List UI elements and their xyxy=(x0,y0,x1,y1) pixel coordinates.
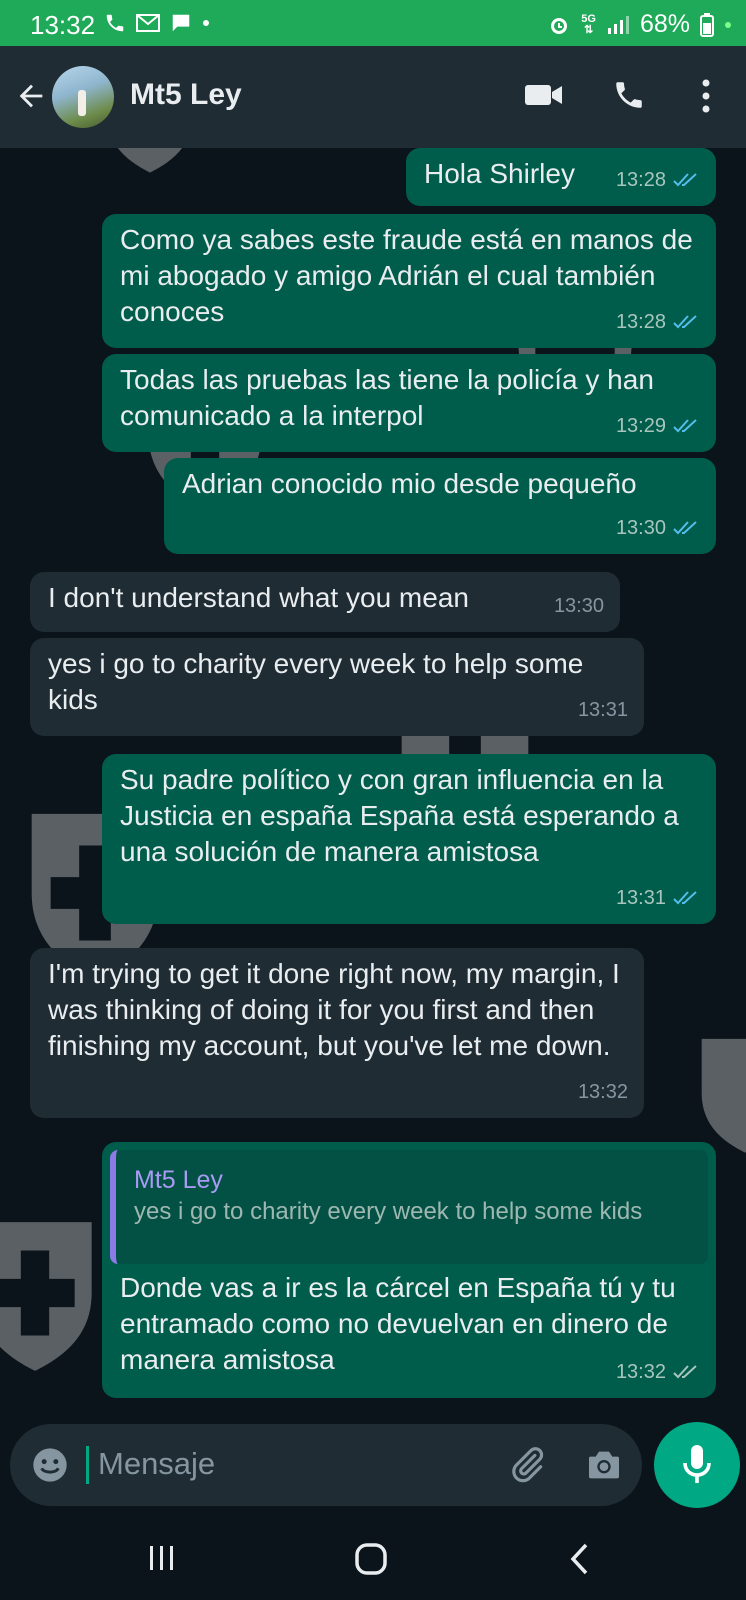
message-time: 13:32 xyxy=(615,1361,666,1383)
message-time: 13:28 xyxy=(615,311,666,333)
message-meta: 13:32 xyxy=(578,1074,628,1110)
message-bubble-incoming[interactable]: I'm trying to get it done right now, my … xyxy=(30,948,644,1118)
text-cursor xyxy=(86,1446,89,1484)
alarm-icon xyxy=(551,17,568,34)
battery-percent: 68% xyxy=(639,10,690,38)
message-time: 13:29 xyxy=(615,415,666,437)
message-time: 13:31 xyxy=(577,699,628,721)
message-input[interactable]: Mensaje xyxy=(98,1446,215,1482)
emoji-icon[interactable] xyxy=(30,1445,70,1485)
contact-name[interactable]: Mt5 Ley xyxy=(130,78,242,112)
message-meta: 13:30 xyxy=(616,510,700,546)
message-text: Su padre político y con gran influencia … xyxy=(120,764,679,867)
message-text: Todas las pruebas las tiene la policía y… xyxy=(120,364,654,431)
message-notification-icon xyxy=(172,14,190,32)
message-text: yes i go to charity every week to help s… xyxy=(48,648,584,715)
mail-notification-icon xyxy=(136,14,160,32)
quoted-sender: Mt5 Ley xyxy=(134,1166,223,1194)
notification-icons xyxy=(104,12,210,34)
message-bubble-outgoing[interactable]: Adrian conocido mio desde pequeño 13:30 xyxy=(164,458,716,554)
shield-watermark-icon xyxy=(0,1222,92,1371)
message-bubble-outgoing[interactable]: Hola Shirley 13:28 xyxy=(406,148,716,206)
status-time: 13:32 xyxy=(30,10,96,40)
camera-icon[interactable] xyxy=(584,1445,624,1485)
read-ticks-icon xyxy=(673,521,697,535)
message-text: Adrian conocido mio desde pequeño xyxy=(182,468,637,499)
message-meta: 13:31 xyxy=(616,880,700,916)
message-bubble-outgoing[interactable]: Como ya sabes este fraude está en manos … xyxy=(102,214,716,348)
message-bubble-outgoing[interactable]: Su padre político y con gran influencia … xyxy=(102,754,716,924)
nav-back-icon[interactable] xyxy=(568,1542,592,1576)
recent-apps-icon[interactable] xyxy=(146,1542,178,1574)
message-bubble-incoming[interactable]: yes i go to charity every week to help s… xyxy=(30,638,644,736)
message-meta: 13:29 xyxy=(616,408,700,444)
message-meta: 13:31 xyxy=(578,692,628,728)
message-meta: 13:28 xyxy=(616,162,700,198)
message-text: Donde vas a ir es la cárcel en España tú… xyxy=(120,1272,676,1375)
avatar[interactable] xyxy=(52,66,114,128)
voice-call-icon[interactable] xyxy=(612,78,646,112)
read-ticks-icon xyxy=(673,315,697,329)
message-time: 13:30 xyxy=(615,517,666,539)
attach-icon[interactable] xyxy=(506,1444,548,1486)
dot-notification-icon xyxy=(203,20,209,26)
microphone-icon xyxy=(683,1445,711,1483)
quoted-message[interactable]: Mt5 Ley yes i go to charity every week t… xyxy=(110,1150,708,1264)
message-bubble-outgoing-reply[interactable]: Mt5 Ley yes i go to charity every week t… xyxy=(102,1142,716,1398)
battery-icon xyxy=(700,12,714,37)
system-nav-bar xyxy=(0,1516,746,1600)
message-text: I'm trying to get it done right now, my … xyxy=(48,958,620,1061)
shield-watermark-icon xyxy=(701,1038,746,1153)
chat-header: Mt5 Ley xyxy=(0,46,746,148)
read-ticks-icon xyxy=(673,419,697,433)
network-indicator: 5G ⇅ xyxy=(581,12,596,36)
charging-dot-icon xyxy=(725,21,731,28)
home-icon[interactable] xyxy=(354,1542,388,1576)
message-time: 13:30 xyxy=(553,595,604,617)
network-type: 5G xyxy=(581,12,596,25)
message-time: 13:32 xyxy=(577,1081,628,1103)
message-bubble-outgoing[interactable]: Todas las pruebas las tiene la policía y… xyxy=(102,354,716,452)
back-arrow-icon[interactable] xyxy=(14,79,48,113)
more-options-icon[interactable] xyxy=(700,78,712,114)
read-ticks-icon xyxy=(673,173,697,187)
signal-icon xyxy=(607,15,629,34)
delivered-ticks-icon xyxy=(673,1365,697,1379)
message-time: 13:28 xyxy=(615,169,666,191)
message-bubble-incoming[interactable]: I don't understand what you mean 13:30 xyxy=(30,572,620,632)
phone-notification-icon xyxy=(106,14,124,32)
video-call-icon[interactable] xyxy=(524,80,564,110)
message-text: Hola Shirley xyxy=(424,158,575,189)
message-meta: 13:28 xyxy=(616,304,700,340)
message-time: 13:31 xyxy=(615,887,666,909)
quoted-text: yes i go to charity every week to help s… xyxy=(134,1198,643,1225)
message-meta: 13:32 xyxy=(616,1354,700,1390)
message-text: Como ya sabes este fraude está en manos … xyxy=(120,224,693,327)
microphone-button[interactable] xyxy=(654,1422,740,1508)
message-composer[interactable]: Mensaje xyxy=(10,1424,642,1506)
chat-area[interactable]: Hola Shirley 13:28 Como ya sabes este fr… xyxy=(0,148,746,1420)
read-ticks-icon xyxy=(673,891,697,905)
status-bar: 13:32 5G ⇅ 68% xyxy=(0,0,746,46)
message-text: I don't understand what you mean xyxy=(48,582,469,613)
shield-watermark-icon xyxy=(118,148,182,173)
message-meta: 13:30 xyxy=(554,588,604,624)
